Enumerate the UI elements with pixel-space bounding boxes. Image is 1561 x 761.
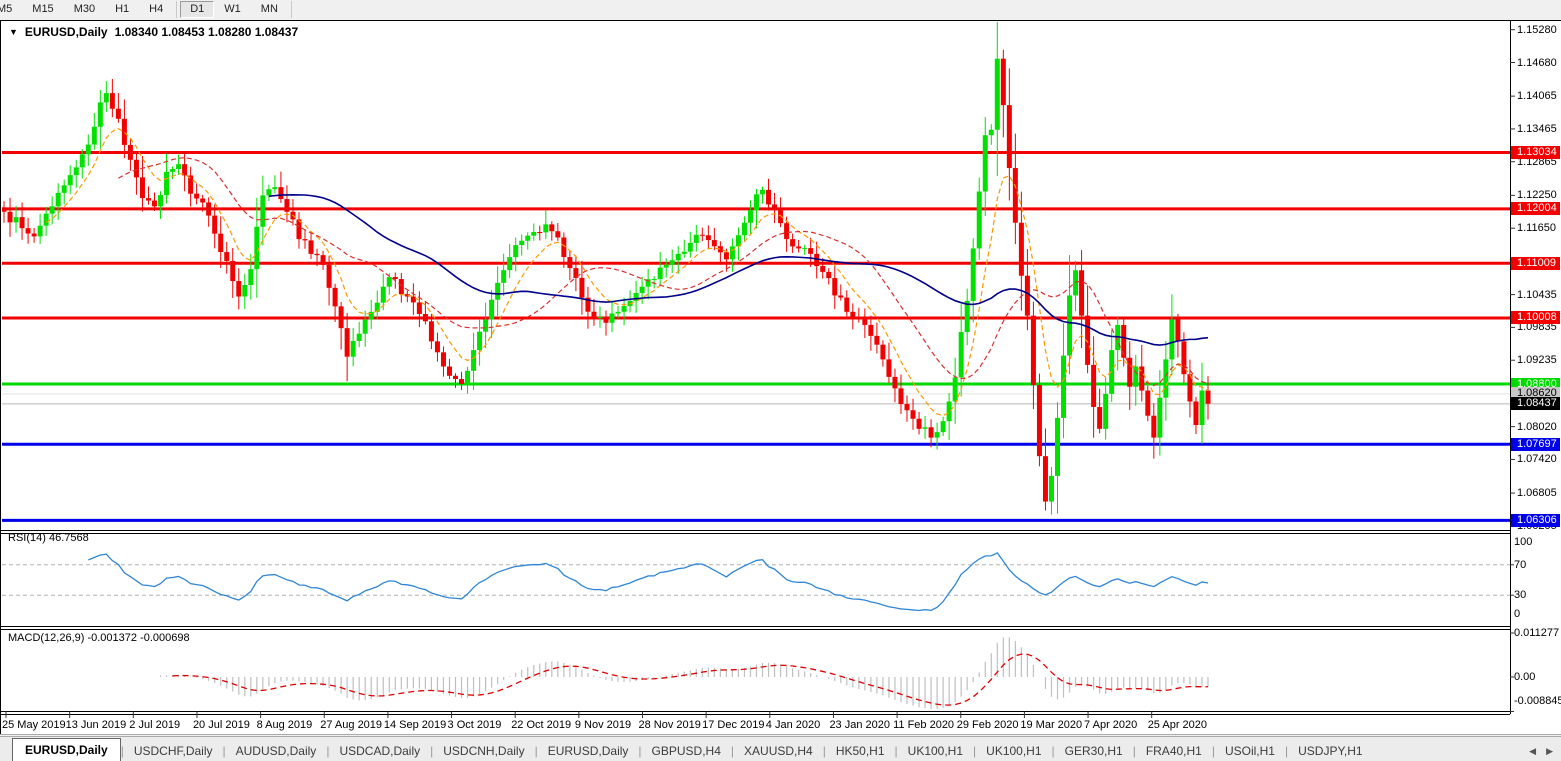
date-axis-label: 25 Apr 2020	[1147, 719, 1208, 731]
hline-price-label: 1.06306	[1511, 513, 1560, 527]
price-axis-label: 1.10435	[1517, 288, 1557, 301]
price-axis-label: 1.12250	[1517, 189, 1557, 202]
toolbar-separator	[176, 1, 178, 18]
date-axis-label: 14 Sep 2019	[383, 719, 447, 731]
chart-tab-usdcad-daily[interactable]: USDCAD,Daily	[329, 741, 430, 761]
chart-tab-uk100-h1[interactable]: UK100,H1	[976, 741, 1051, 761]
chart-tab-usdjpy-h1[interactable]: USDJPY,H1	[1288, 741, 1372, 761]
toolbar-separator	[290, 1, 292, 18]
chart-tab-uk100-h1[interactable]: UK100,H1	[898, 741, 973, 761]
chart-tab-usdchf-daily[interactable]: USDCHF,Daily	[124, 741, 223, 761]
price-axis-label: 1.14065	[1517, 90, 1557, 103]
tab-scroll-right-icon[interactable]: ▶	[1546, 746, 1553, 757]
date-axis-label: 25 May 2019	[2, 719, 66, 731]
price-axis-label: 1.15280	[1517, 23, 1557, 36]
price-axis-label: 1.14680	[1517, 56, 1557, 69]
date-axis-label: 22 Oct 2019	[511, 719, 572, 731]
timeframe-button-m5[interactable]: M5	[0, 1, 22, 18]
date-axis-label: 23 Jan 2020	[829, 719, 890, 731]
price-axis-label: 1.13465	[1517, 122, 1557, 135]
chart-symbol-period: EURUSD,Daily	[24, 25, 108, 39]
date-axis-label: 11 Feb 2020	[893, 719, 955, 731]
current-price-label: 1.08437	[1511, 397, 1560, 411]
rsi-axis-label: 70	[1514, 558, 1527, 571]
chart-tab-usdcnh-daily[interactable]: USDCNH,Daily	[433, 741, 534, 761]
date-axis-label: 29 Feb 2020	[956, 719, 1019, 731]
chart-tab-ger30-h1[interactable]: GER30,H1	[1055, 741, 1133, 761]
chart-tab-bar: EURUSD,Daily | USDCHF,Daily | AUDUSD,Daily | U…	[0, 736, 1561, 761]
date-axis-label: 7 Apr 2020	[1084, 719, 1138, 731]
price-axis-label: 1.07420	[1517, 453, 1557, 466]
timeframe-toolbar: M5 M15 M30 H1 H4 D1 W1 MN	[0, 0, 1561, 19]
macd-axis-label: -0.008845	[1514, 695, 1561, 707]
price-axis-label: 1.08020	[1517, 420, 1557, 433]
chart-window[interactable]: ▼ EURUSD,Daily 1.08340 1.08453 1.08280 1…	[0, 20, 1561, 735]
chart-dropdown-icon[interactable]: ▼	[9, 27, 18, 37]
tab-scroll-left-icon[interactable]: ◀	[1529, 746, 1536, 757]
macd-indicator-label: MACD(12,26,9) -0.001372 -0.000698	[8, 632, 190, 644]
timeframe-button-d1[interactable]: D1	[180, 1, 215, 18]
price-axis-label: 1.06805	[1517, 487, 1557, 500]
date-axis-label: 17 Dec 2019	[702, 719, 765, 731]
chart-tab-audusd-daily[interactable]: AUDUSD,Daily	[226, 741, 327, 761]
macd-axis-label: 0.011277	[1514, 627, 1560, 639]
chart-title: ▼ EURUSD,Daily 1.08340 1.08453 1.08280 1…	[9, 25, 298, 39]
hline-price-label: 1.07697	[1511, 437, 1560, 451]
price-axis-label: 1.09235	[1517, 354, 1557, 367]
macd-axis-label: 0.00	[1514, 671, 1536, 683]
chart-tab-eurusd-daily[interactable]: EURUSD,Daily	[12, 738, 121, 761]
chart-tab-usoil-h1[interactable]: USOil,H1	[1215, 741, 1285, 761]
chart-tab-xauusd-h4[interactable]: XAUUSD,H4	[734, 741, 823, 761]
timeframe-button-m15[interactable]: M15	[22, 1, 63, 18]
hline-price-label: 1.11009	[1511, 256, 1560, 270]
date-axis-label: 13 Jun 2019	[65, 719, 127, 731]
date-axis-label: 4 Jan 2020	[765, 719, 821, 731]
date-axis-label: 27 Aug 2019	[320, 719, 383, 731]
hline-price-label: 1.13034	[1511, 146, 1560, 159]
date-axis-label: 20 Jul 2019	[192, 719, 250, 731]
chart-tab-gbpusd-h4[interactable]: GBPUSD,H4	[642, 741, 731, 761]
date-axis-label: 28 Nov 2019	[638, 719, 701, 731]
rsi-axis-label: 30	[1514, 589, 1527, 602]
chart-tab-hk50-h1[interactable]: HK50,H1	[826, 741, 895, 761]
hline-price-label: 1.10008	[1511, 311, 1560, 325]
timeframe-button-w1[interactable]: W1	[214, 1, 251, 18]
timeframe-button-mn[interactable]: MN	[251, 1, 288, 18]
chart-tab-fra40-h1[interactable]: FRA40,H1	[1136, 741, 1212, 761]
rsi-axis-label: 100	[1514, 536, 1533, 548]
hline-price-label: 1.12004	[1511, 202, 1560, 216]
price-axis-label: 1.11650	[1517, 222, 1556, 235]
mt4-application: M5 M15 M30 H1 H4 D1 W1 MN ▼ EURUSD,Daily 1.0834…	[0, 0, 1561, 761]
date-axis-label: 9 Nov 2019	[574, 719, 632, 731]
date-axis-label: 8 Aug 2019	[256, 719, 313, 731]
date-axis-label: 2 Jul 2019	[129, 719, 181, 731]
rsi-axis-label: 0	[1514, 608, 1521, 620]
timeframe-button-h1[interactable]: H1	[105, 1, 139, 18]
timeframe-button-m30[interactable]: M30	[64, 1, 105, 18]
price-chart-canvas[interactable]	[0, 20, 1561, 735]
rsi-indicator-label: RSI(14) 46.7568	[8, 532, 89, 544]
chart-tab-eurusd-daily[interactable]: EURUSD,Daily	[538, 741, 639, 761]
date-axis-label: 19 Mar 2020	[1020, 719, 1083, 731]
date-axis-label: 3 Oct 2019	[447, 719, 502, 731]
timeframe-button-h4[interactable]: H4	[139, 1, 173, 18]
chart-ohlc-values: 1.08340 1.08453 1.08280 1.08437	[114, 25, 299, 39]
